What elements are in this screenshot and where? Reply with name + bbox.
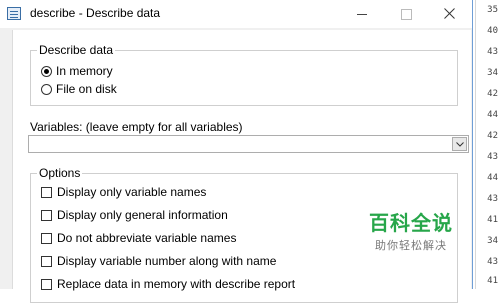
watermark-subtitle: 助你轻松解决 (375, 239, 447, 252)
variables-label: Variables: (leave empty for all variable… (30, 120, 243, 134)
row-number: 34 (487, 236, 498, 246)
row-number: 35 (487, 5, 498, 15)
checkbox-label: Display only variable names (57, 185, 207, 199)
maximize-icon (401, 9, 412, 20)
check-general-information[interactable]: Display only general information (41, 208, 228, 222)
checkbox[interactable] (41, 186, 52, 198)
checkbox-label: Display only general information (57, 208, 228, 222)
row-number: 43 (487, 257, 498, 267)
check-no-abbreviate[interactable]: Do not abbreviate variable names (41, 231, 236, 245)
group-legend: Describe data (37, 43, 116, 57)
check-variable-number[interactable]: Display variable number along with name (41, 254, 276, 268)
maximize-button[interactable] (384, 0, 428, 28)
check-display-variable-names[interactable]: Display only variable names (41, 185, 206, 199)
radio-button[interactable] (41, 83, 52, 95)
radio-in-memory[interactable]: In memory (41, 64, 113, 78)
title-bar[interactable]: describe - Describe data (0, 0, 472, 28)
checkbox[interactable] (41, 255, 52, 267)
row-number: 42 (487, 89, 498, 99)
row-number-column: 35 40 43 34 42 44 42 43 44 43 41 34 43 4… (475, 0, 500, 289)
radio-label: File on disk (56, 82, 117, 96)
window-title: describe - Describe data (30, 6, 161, 20)
row-number: 43 (487, 47, 498, 57)
row-number: 43 (487, 152, 498, 162)
row-number: 34 (487, 68, 498, 78)
variables-combobox[interactable] (28, 135, 469, 153)
row-number: 44 (487, 110, 498, 120)
checkbox-label: Display variable number along with name (57, 254, 277, 268)
row-number: 44 (487, 173, 498, 183)
variables-dropdown-button[interactable] (452, 137, 467, 151)
app-icon (7, 7, 21, 20)
checkbox[interactable] (41, 278, 52, 290)
close-icon (444, 8, 455, 19)
radio-label: In memory (56, 64, 113, 78)
radio-file-on-disk[interactable]: File on disk (41, 82, 117, 96)
group-legend: Options (37, 166, 83, 180)
row-number: 40 (487, 26, 498, 36)
row-number: 42 (487, 131, 498, 141)
minimize-icon (357, 14, 367, 15)
checkbox[interactable] (41, 209, 52, 221)
minimize-button[interactable] (340, 0, 384, 28)
row-number: 41 (487, 215, 498, 225)
describe-data-group: Describe data In memory File on disk (30, 43, 458, 106)
checkbox-label: Do not abbreviate variable names (57, 231, 237, 245)
chevron-down-icon (456, 142, 464, 147)
close-button[interactable] (428, 0, 472, 28)
row-number: 43 (487, 194, 498, 204)
radio-button[interactable] (41, 65, 52, 77)
watermark: 百科全说 助你轻松解决 (366, 212, 456, 253)
checkbox[interactable] (41, 232, 52, 244)
watermark-title: 百科全说 (369, 211, 453, 235)
row-number: 41 (487, 276, 498, 286)
